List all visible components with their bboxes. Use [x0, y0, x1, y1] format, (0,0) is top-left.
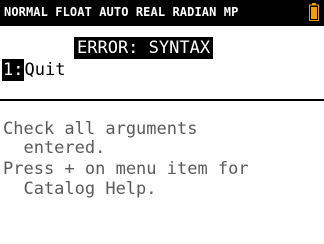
divider [0, 99, 324, 101]
battery-icon [309, 3, 319, 21]
help-text-line: entered. [3, 138, 106, 158]
menu-item-label: Quit [24, 60, 66, 80]
status-bar: NORMAL FLOAT AUTO REAL RADIAN MP [0, 0, 324, 26]
calculator-screen: NORMAL FLOAT AUTO REAL RADIAN MP ERROR: … [0, 0, 324, 244]
menu-item-number: 1: [2, 59, 25, 81]
mode-status-text: NORMAL FLOAT AUTO REAL RADIAN MP [4, 5, 239, 19]
help-text-line: Catalog Help. [3, 179, 157, 199]
menu-item-quit[interactable]: 1: Quit [2, 59, 65, 81]
help-text-line: Press + on menu item for [3, 159, 249, 179]
error-title: ERROR: SYNTAX [74, 37, 214, 59]
